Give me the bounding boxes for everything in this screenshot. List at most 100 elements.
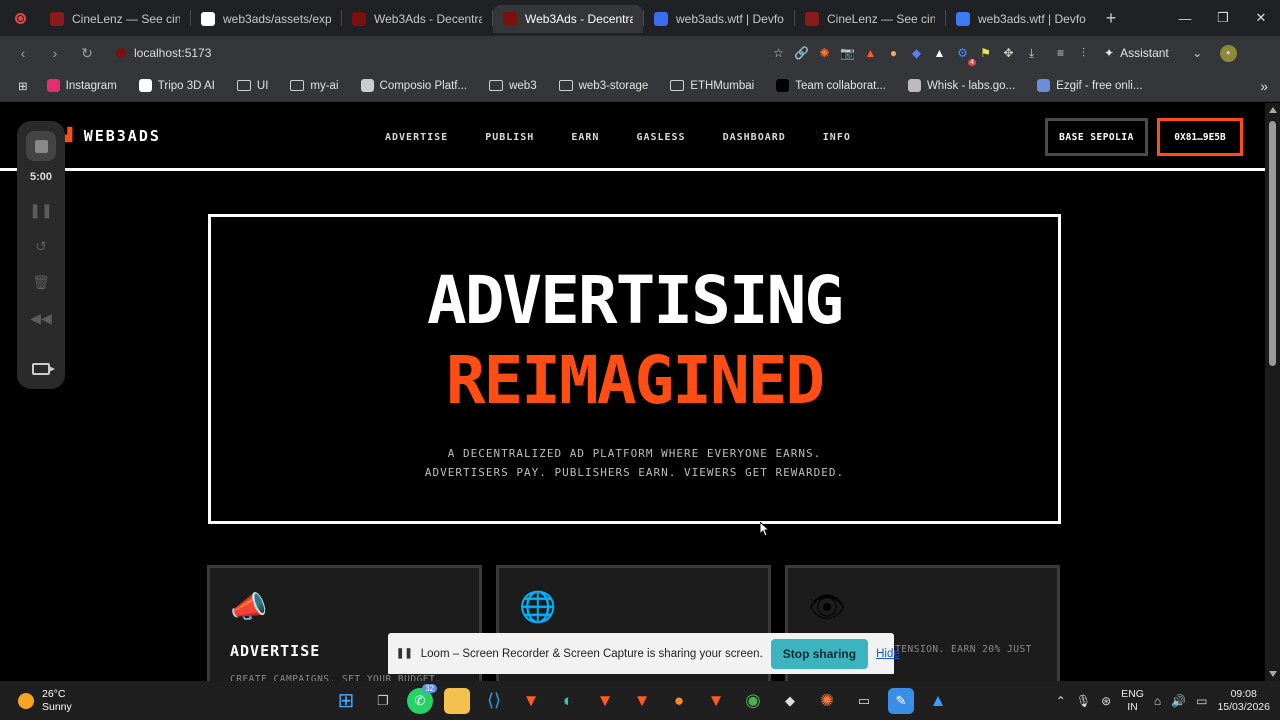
folder-icon xyxy=(670,80,685,91)
nav-link-dashboard[interactable]: DASHBOARD xyxy=(723,132,786,143)
firefox-icon[interactable]: ● xyxy=(666,688,692,714)
hide-share-bar-link[interactable]: Hide xyxy=(876,648,900,660)
restore-icon[interactable]: ❐ xyxy=(1204,0,1242,36)
page-scrollbar[interactable] xyxy=(1265,103,1280,681)
bookmark-item[interactable]: web3 xyxy=(480,74,546,98)
tray-expand-icon[interactable]: ⌃ xyxy=(1056,694,1066,708)
whatsapp-icon[interactable]: ✆ 32 xyxy=(407,683,437,714)
browser-tab[interactable]: CineLenz — See cine xyxy=(795,5,945,33)
extensions-puzzle-icon[interactable]: ✥ xyxy=(1000,45,1017,62)
address-bar-row: ‹ › ↻ localhost:5173 ☆ 🔗 ✺ 📷 ▲ ● ◆ ▲ ⚙ 4 … xyxy=(0,36,1280,70)
nav-link-info[interactable]: INFO xyxy=(823,132,851,143)
camera-icon[interactable]: 📷 xyxy=(839,45,856,62)
nav-link-publish[interactable]: PUBLISH xyxy=(485,132,534,143)
menu-lines-icon[interactable]: ≡ xyxy=(1052,45,1069,62)
scroll-up-icon[interactable] xyxy=(1269,107,1277,113)
extension-gear-icon[interactable]: ⚙ 4 xyxy=(954,45,976,66)
link-icon[interactable]: 🔗 xyxy=(793,45,810,62)
bookmark-item[interactable]: UI xyxy=(228,74,278,98)
task-view-icon[interactable]: ❐ xyxy=(370,688,396,714)
bookmark-item[interactable]: ETHMumbai xyxy=(661,74,763,98)
download-icon[interactable]: ⤓ xyxy=(1023,45,1040,62)
new-tab-button[interactable]: + xyxy=(1096,8,1126,29)
brave-dev-icon[interactable]: ▼ xyxy=(703,688,729,714)
assistant-button[interactable]: ✦ Assistant xyxy=(1104,46,1169,60)
bookmarks-overflow-icon[interactable]: » xyxy=(1260,78,1268,94)
bookmark-item[interactable]: Team collaborat... xyxy=(767,74,895,98)
apps-grid-icon[interactable]: ⊞ xyxy=(12,74,34,98)
brave-beta-icon[interactable]: ▼ xyxy=(592,688,618,714)
site-logo-text[interactable]: WEB3ADS xyxy=(84,127,161,145)
loom-pause-icon[interactable]: ❚❚ xyxy=(29,201,52,219)
chrome-icon[interactable]: ◉ xyxy=(740,688,766,714)
scroll-down-icon[interactable] xyxy=(1269,671,1277,677)
bookmark-label: web3-storage xyxy=(578,79,649,92)
bookmark-item[interactable]: Ezgif - free onli... xyxy=(1028,74,1151,98)
network-button[interactable]: BASE SEPOLIA xyxy=(1045,118,1148,156)
language-indicator[interactable]: ENG IN xyxy=(1121,688,1144,714)
browser-tab[interactable]: CineLenz — See cine xyxy=(40,5,190,33)
edge-icon[interactable]: ◐ xyxy=(555,688,581,714)
drawing-app-icon[interactable]: ✎ xyxy=(888,687,914,714)
battery-icon[interactable]: ▭ xyxy=(1196,694,1207,708)
minimize-icon[interactable]: — xyxy=(1166,0,1204,36)
stop-sharing-button[interactable]: Stop sharing xyxy=(770,638,869,669)
scrollbar-thumb[interactable] xyxy=(1269,121,1276,366)
whisk-icon xyxy=(907,79,921,92)
browser-tab[interactable]: Web3Ads - Decentral xyxy=(493,5,643,33)
nav-link-earn[interactable]: EARN xyxy=(571,132,599,143)
bookmark-item[interactable]: Composio Platf... xyxy=(352,74,477,98)
brave-rewards-icon[interactable]: ▲ xyxy=(862,45,879,62)
bookmark-item[interactable]: my-ai xyxy=(281,74,347,98)
bookmark-item[interactable]: web3-storage xyxy=(550,74,658,98)
nav-link-advertise[interactable]: ADVERTISE xyxy=(385,132,448,143)
profile-avatar[interactable]: • xyxy=(1219,44,1237,62)
audio-wave-icon[interactable]: ⫶ xyxy=(1075,45,1092,62)
windows-start-icon[interactable]: ⊞ xyxy=(333,688,359,714)
close-window-icon[interactable]: ✕ xyxy=(1242,0,1280,36)
vpn-icon[interactable]: ⊛ xyxy=(1101,694,1111,708)
loom-camera-icon[interactable] xyxy=(32,363,55,375)
loom-restart-icon[interactable]: ↺ xyxy=(35,237,47,255)
extension-badge: 4 xyxy=(968,58,976,66)
browser-tab[interactable]: web3ads.wtf | Devfol xyxy=(644,5,794,33)
vscode-icon[interactable]: ⟨⟩ xyxy=(481,688,507,714)
folder-icon xyxy=(236,80,251,91)
reload-icon[interactable]: ↻ xyxy=(74,40,100,66)
network-icon[interactable]: ⌂ xyxy=(1154,694,1161,708)
system-clock[interactable]: 09:08 15/03/2026 xyxy=(1217,688,1270,714)
wallet-button[interactable]: 0X81…9E5B xyxy=(1157,118,1243,156)
brave-icon[interactable]: ▼ xyxy=(518,688,544,714)
loom-rewind-icon[interactable]: ◀◀ xyxy=(30,309,52,327)
extension-blue-icon[interactable]: ◆ xyxy=(908,45,925,62)
loom-delete-icon[interactable]: 🗑 xyxy=(32,273,50,291)
extension-burst-icon[interactable]: ✺ xyxy=(816,45,833,62)
3d-app-icon[interactable]: ◆ xyxy=(777,688,803,714)
bookmark-item[interactable]: Whisk - labs.go... xyxy=(899,74,1024,98)
file-explorer-icon[interactable] xyxy=(444,687,470,714)
back-icon[interactable]: ‹ xyxy=(10,40,36,66)
extension-egg-icon[interactable]: ● xyxy=(885,45,902,62)
url-field[interactable]: localhost:5173 xyxy=(106,40,756,66)
browser-tab[interactable]: web3ads.wtf | Devfol xyxy=(946,5,1096,33)
bookmark-item[interactable]: Instagram xyxy=(38,74,126,98)
extension-flag-icon[interactable]: ⚑ xyxy=(977,45,994,62)
forward-icon[interactable]: › xyxy=(42,40,68,66)
microphone-icon[interactable]: 🎙 xyxy=(1076,694,1091,708)
nav-link-gasless[interactable]: GASLESS xyxy=(636,132,685,143)
burst-app-icon[interactable]: ✺ xyxy=(814,688,840,714)
volume-icon[interactable]: 🔊 xyxy=(1171,694,1186,708)
browser-tab[interactable]: Web3Ads - Decentral xyxy=(342,5,492,33)
x-icon xyxy=(776,79,790,92)
weather-widget[interactable]: 26°C Sunny xyxy=(0,688,200,714)
brave-nightly-icon[interactable]: ▼ xyxy=(629,688,655,714)
loom-stop-icon[interactable] xyxy=(26,131,56,161)
chevron-down-icon[interactable]: ⌄ xyxy=(1189,45,1206,62)
browser-tab[interactable]: web3ads/assets/exp xyxy=(191,5,341,33)
terminal-icon[interactable]: ▭ xyxy=(851,688,877,714)
app-a-icon[interactable]: ▲ xyxy=(925,688,951,714)
screen-share-bar: ❚❚ Loom – Screen Recorder & Screen Captu… xyxy=(388,633,900,674)
extension-triangle-icon[interactable]: ▲ xyxy=(931,45,948,62)
bookmark-item[interactable]: Tripo 3D AI xyxy=(130,74,224,98)
bookmark-star-icon[interactable]: ☆ xyxy=(770,45,787,62)
